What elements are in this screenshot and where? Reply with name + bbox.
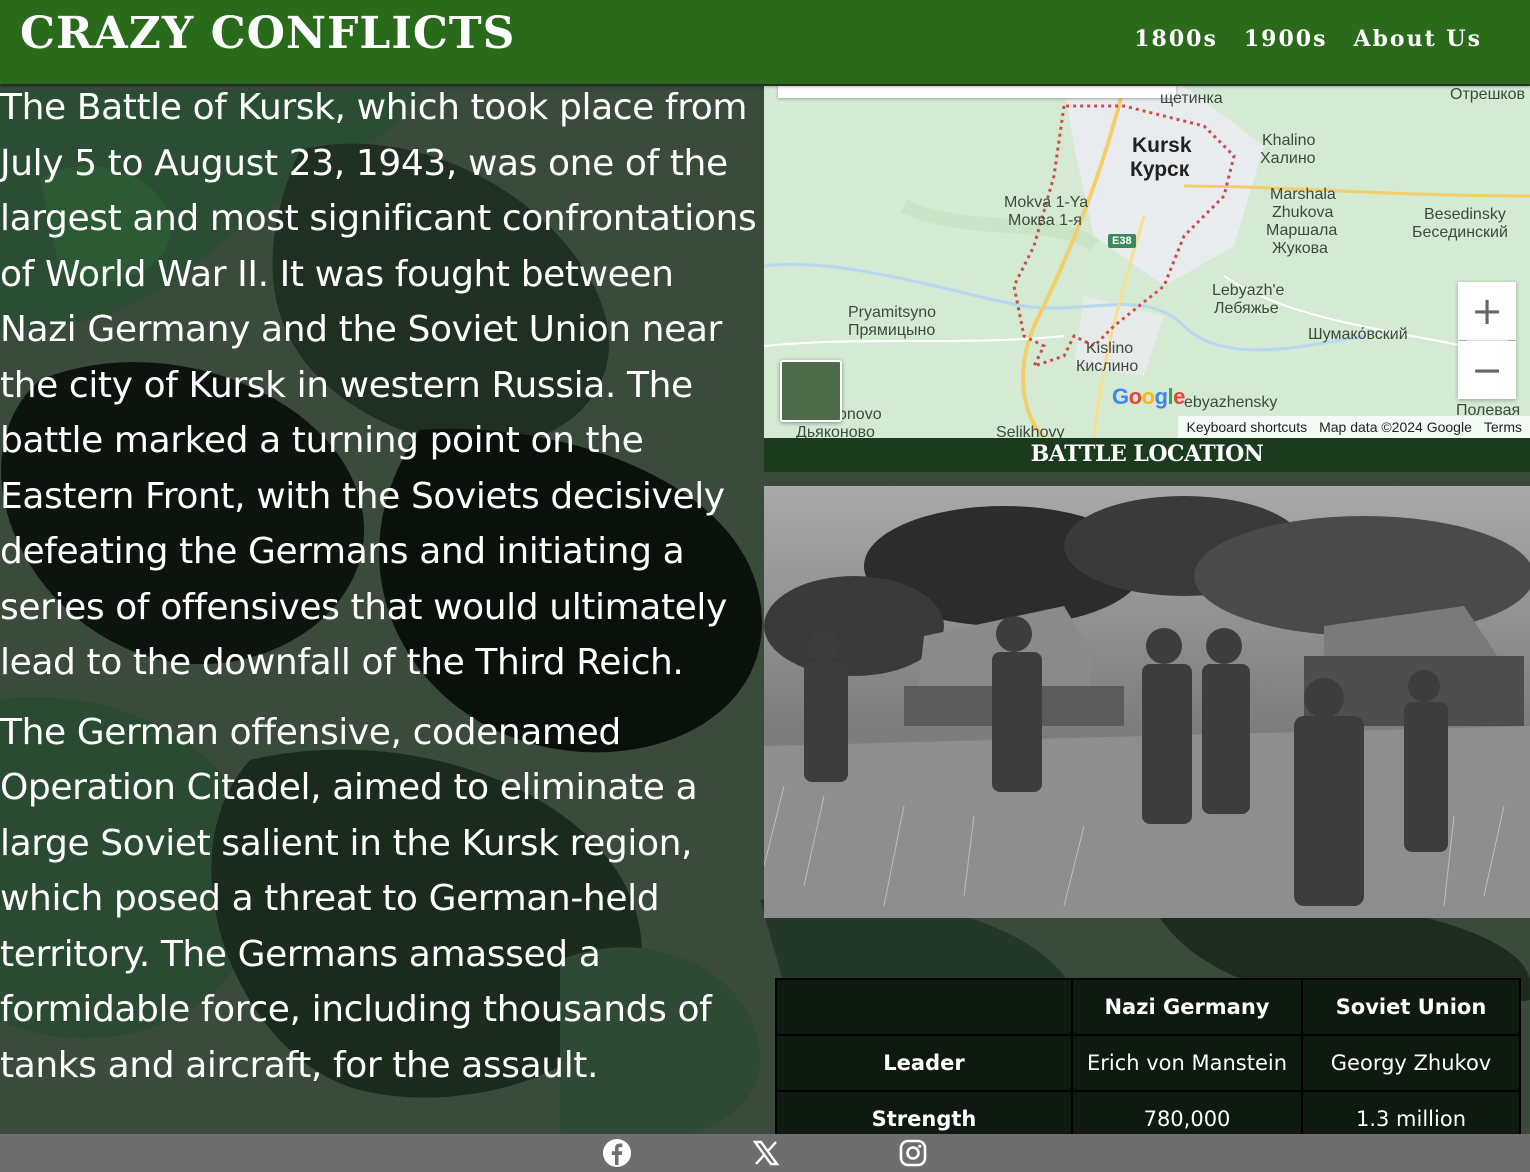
- map-label-khalino: Khalino: [1262, 132, 1316, 149]
- site-header: CRAZY CONFLICTS 1800s 1900s About Us: [0, 0, 1530, 84]
- map-attribution: Keyboard shortcuts Map data ©2024 Google…: [1178, 416, 1530, 438]
- map-label-lebyazhensky: ebyazhensky: [1184, 394, 1278, 411]
- row-label-leader: Leader: [775, 1034, 1073, 1092]
- nav-about-us[interactable]: About Us: [1353, 26, 1482, 52]
- map-label-oreshkov: Отрешков: [1450, 86, 1525, 103]
- facebook-icon[interactable]: [602, 1138, 632, 1168]
- map-label-khalino-ru: Халино: [1260, 150, 1316, 167]
- map-label-shchetinka: щетинка: [1160, 90, 1223, 107]
- terms-link[interactable]: Terms: [1484, 419, 1522, 435]
- map-label-marshala: Marshala: [1270, 186, 1336, 203]
- table-row: Leader Erich von Manstein Georgy Zhukov: [775, 1034, 1521, 1092]
- map-label-dyakonovo: onovo: [838, 406, 882, 423]
- map-caption: BATTLE LOCATION: [764, 438, 1530, 472]
- battle-photo: [764, 486, 1530, 918]
- map-label-mokva-ru: Моква 1-я: [1008, 212, 1082, 229]
- map-label-shumakovsky: Шумако́вский: [1308, 326, 1408, 343]
- map-data-text: Map data ©2024 Google: [1319, 419, 1472, 435]
- map-label-pryamitsyno: Pryamitsyno: [848, 304, 937, 321]
- cell-germany-leader: Erich von Manstein: [1071, 1034, 1303, 1092]
- table-header-empty: [775, 978, 1073, 1036]
- map-label-besedinsky-ru: Бесединский: [1412, 224, 1508, 241]
- table-header-row: Nazi Germany Soviet Union: [775, 978, 1521, 1036]
- x-icon[interactable]: [751, 1138, 781, 1168]
- map-label-besedinsky: Besedinsky: [1424, 206, 1506, 223]
- map-label-lebyazhe: Lebyazh'e: [1212, 282, 1285, 299]
- battle-comparison-table: Nazi Germany Soviet Union Leader Erich v…: [775, 978, 1521, 1148]
- satellite-view-toggle[interactable]: [780, 360, 842, 422]
- table-header-germany: Nazi Germany: [1071, 978, 1303, 1036]
- instagram-icon[interactable]: [898, 1138, 928, 1168]
- keyboard-shortcuts-link[interactable]: Keyboard shortcuts: [1186, 419, 1307, 435]
- nav-1900s[interactable]: 1900s: [1244, 26, 1328, 52]
- site-footer: [0, 1134, 1530, 1172]
- map-search-box[interactable]: [778, 86, 1176, 98]
- map-label-mokva: Mokva 1-Ya: [1004, 194, 1089, 211]
- map-label-selikhovy: Selikhovy: [996, 424, 1065, 438]
- article-paragraph: The Battle of Kursk, which took place fr…: [0, 87, 757, 683]
- map-label-zhukova: Zhukova: [1272, 204, 1334, 221]
- map-label-kislino: Kislino: [1086, 340, 1134, 357]
- zoom-in-button[interactable]: +: [1458, 282, 1516, 340]
- article-paragraph: The German offensive, codenamed Operatio…: [0, 711, 712, 1086]
- zoom-out-button[interactable]: −: [1458, 341, 1516, 399]
- map-label-marshala-ru: Маршала: [1266, 222, 1338, 239]
- site-title[interactable]: CRAZY CONFLICTS: [20, 6, 515, 62]
- map-label-zhukova-ru: Жукова: [1272, 240, 1328, 257]
- map-label-lebyazhe-ru: Лебяжье: [1214, 300, 1279, 317]
- table-header-soviet: Soviet Union: [1301, 978, 1521, 1036]
- nav-1800s[interactable]: 1800s: [1134, 26, 1218, 52]
- cell-soviet-leader: Georgy Zhukov: [1301, 1034, 1521, 1092]
- main-nav: 1800s 1900s About Us: [1134, 26, 1482, 52]
- battle-photo-image: [764, 486, 1530, 918]
- map-label-kursk-ru: Курск: [1130, 158, 1190, 181]
- map-label-kislino-ru: Кислино: [1076, 358, 1139, 375]
- map-label-pryamitsyno-ru: Прямицыно: [848, 322, 936, 339]
- article-body: The Battle of Kursk, which took place fr…: [0, 80, 760, 1107]
- google-logo: Google: [1112, 384, 1185, 409]
- zoom-divider: [1466, 340, 1508, 341]
- map-label-kursk: Kursk: [1132, 134, 1192, 157]
- road-shield-e38: E38: [1108, 234, 1136, 248]
- map-label-dyakonovo-ru: Дьяконово: [796, 424, 875, 438]
- battle-map[interactable]: щетинка Отрешков Kursk Курск Khalino Хал…: [764, 86, 1530, 438]
